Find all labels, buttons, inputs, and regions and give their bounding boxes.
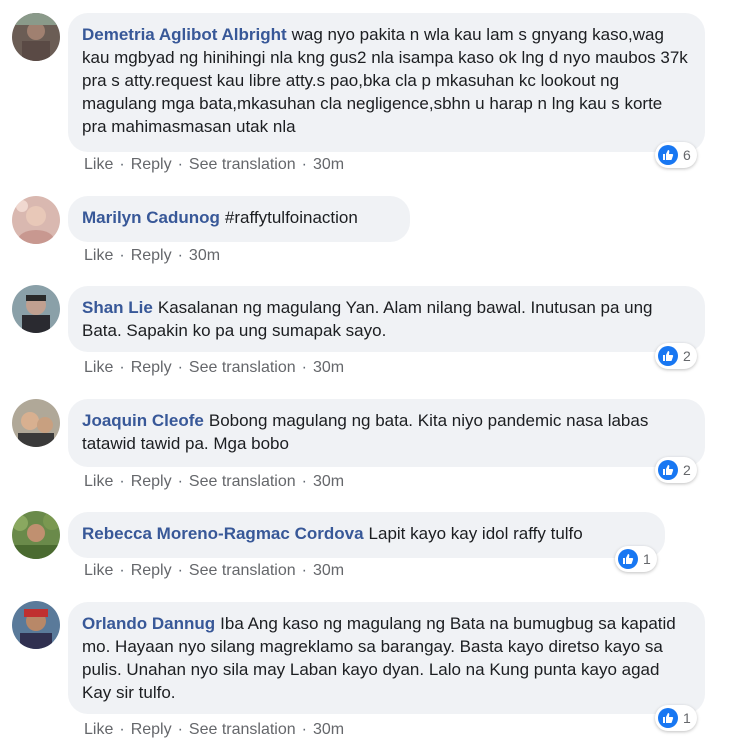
avatar[interactable] (12, 285, 60, 333)
comment-actions: Like · Reply · 30m (84, 247, 220, 265)
dot-separator: · (119, 473, 125, 490)
dot-separator: · (177, 473, 183, 490)
thumbs-up-icon (618, 549, 638, 569)
dot-separator: · (119, 247, 125, 264)
comment-timestamp[interactable]: 30m (313, 156, 344, 173)
see-translation-link[interactable]: See translation (189, 562, 296, 579)
comment-author[interactable]: Joaquin Cleofe (82, 411, 204, 430)
thumbs-up-icon (658, 346, 678, 366)
comment-text: Lapit kayo kay idol raffy tulfo (368, 524, 583, 543)
see-translation-link[interactable]: See translation (189, 156, 296, 173)
dot-separator: · (177, 247, 183, 264)
comment-author[interactable]: Orlando Dannug (82, 614, 215, 633)
reaction-count-badge[interactable]: 1 (615, 546, 657, 572)
reply-link[interactable]: Reply (131, 562, 172, 579)
comment-bubble: Rebecca Moreno-Ragmac Cordova Lapit kayo … (68, 512, 665, 558)
comment-actions: Like · Reply · See translation · 30m (84, 359, 344, 377)
comment-text: Kasalanan ng magulang Yan. Alam nilang b… (82, 298, 653, 340)
comment-timestamp[interactable]: 30m (313, 721, 344, 738)
reaction-count: 2 (683, 348, 691, 364)
dot-separator: · (301, 156, 307, 173)
thumbs-up-icon (658, 145, 678, 165)
dot-separator: · (301, 473, 307, 490)
avatar[interactable] (12, 13, 60, 61)
dot-separator: · (119, 721, 125, 738)
comment-bubble: Joaquin Cleofe Bobong magulang ng bata. K… (68, 399, 705, 467)
comment-timestamp[interactable]: 30m (189, 247, 220, 264)
like-link[interactable]: Like (84, 721, 113, 738)
thumbs-up-icon (658, 460, 678, 480)
reply-link[interactable]: Reply (131, 473, 172, 490)
see-translation-link[interactable]: See translation (189, 473, 296, 490)
dot-separator: · (177, 156, 183, 173)
comment-bubble: Demetria Aglibot Albright wag nyo pakita … (68, 13, 705, 152)
comment-bubble: Marilyn Cadunog #raffytulfoinaction (68, 196, 410, 242)
comment-timestamp[interactable]: 30m (313, 562, 344, 579)
comment-actions: Like · Reply · See translation · 30m (84, 562, 344, 580)
comment-timestamp[interactable]: 30m (313, 473, 344, 490)
thumbs-up-icon (658, 708, 678, 728)
comment-bubble: Orlando Dannug Iba Ang kaso ng magulang n… (68, 602, 705, 714)
comment-author[interactable]: Rebecca Moreno-Ragmac Cordova (82, 524, 364, 543)
like-link[interactable]: Like (84, 562, 113, 579)
reaction-count: 6 (683, 147, 691, 163)
comment-author[interactable]: Demetria Aglibot Albright (82, 25, 287, 44)
reply-link[interactable]: Reply (131, 359, 172, 376)
comment-actions: Like · Reply · See translation · 30m (84, 473, 344, 491)
dot-separator: · (177, 562, 183, 579)
avatar[interactable] (12, 399, 60, 447)
avatar[interactable] (12, 511, 60, 559)
reply-link[interactable]: Reply (131, 156, 172, 173)
dot-separator: · (301, 721, 307, 738)
comment-author[interactable]: Marilyn Cadunog (82, 208, 220, 227)
reply-link[interactable]: Reply (131, 247, 172, 264)
reaction-count-badge[interactable]: 6 (655, 142, 697, 168)
reaction-count-badge[interactable]: 2 (655, 343, 697, 369)
reaction-count-badge[interactable]: 2 (655, 457, 697, 483)
dot-separator: · (119, 359, 125, 376)
see-translation-link[interactable]: See translation (189, 721, 296, 738)
reaction-count: 1 (643, 551, 651, 567)
dot-separator: · (119, 562, 125, 579)
dot-separator: · (301, 562, 307, 579)
dot-separator: · (177, 359, 183, 376)
comment-actions: Like · Reply · See translation · 30m (84, 156, 344, 174)
reaction-count: 1 (683, 710, 691, 726)
reaction-count-badge[interactable]: 1 (655, 705, 697, 731)
comment-author[interactable]: Shan Lie (82, 298, 153, 317)
avatar[interactable] (12, 196, 60, 244)
dot-separator: · (119, 156, 125, 173)
like-link[interactable]: Like (84, 473, 113, 490)
like-link[interactable]: Like (84, 359, 113, 376)
see-translation-link[interactable]: See translation (189, 359, 296, 376)
comment-text: #raffytulfoinaction (224, 208, 358, 227)
comment-bubble: Shan Lie Kasalanan ng magulang Yan. Alam … (68, 286, 705, 352)
reaction-count: 2 (683, 462, 691, 478)
comment-actions: Like · Reply · See translation · 30m (84, 721, 344, 739)
dot-separator: · (177, 721, 183, 738)
dot-separator: · (301, 359, 307, 376)
like-link[interactable]: Like (84, 247, 113, 264)
avatar[interactable] (12, 601, 60, 649)
like-link[interactable]: Like (84, 156, 113, 173)
reply-link[interactable]: Reply (131, 721, 172, 738)
comment-timestamp[interactable]: 30m (313, 359, 344, 376)
